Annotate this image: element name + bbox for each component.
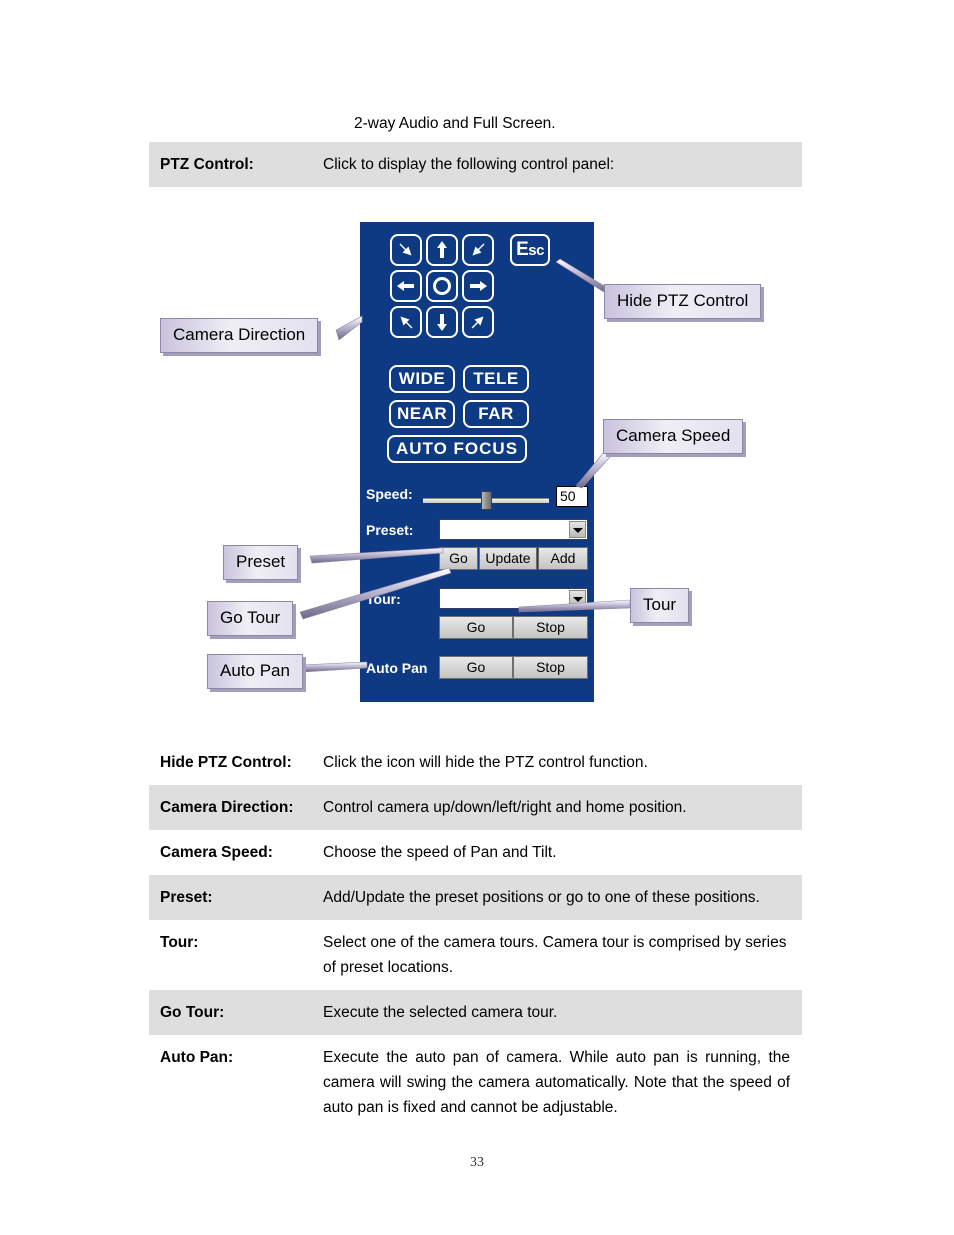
callout-go-tour: Go Tour bbox=[207, 601, 294, 636]
page-number: 33 bbox=[470, 1155, 484, 1170]
tour-label: Tour: bbox=[366, 591, 401, 607]
preset-label: Preset: bbox=[366, 522, 414, 538]
definition-description: Choose the speed of Pan and Tilt. bbox=[323, 830, 802, 875]
preset-add-button[interactable]: Add bbox=[538, 547, 588, 570]
up-arrow-icon[interactable] bbox=[426, 234, 458, 266]
definition-term: Preset: bbox=[149, 875, 323, 920]
right-arrow-icon[interactable] bbox=[462, 270, 494, 302]
definition-description: Execute the selected camera tour. bbox=[323, 990, 802, 1035]
near-button[interactable]: NEAR bbox=[389, 400, 455, 428]
definition-term: Auto Pan: bbox=[149, 1035, 323, 1130]
zoom-button-row: WIDE TELE bbox=[389, 365, 529, 393]
callout-camera-direction: Camera Direction bbox=[160, 318, 319, 353]
speed-slider[interactable] bbox=[423, 491, 549, 510]
definition-term: Tour: bbox=[149, 920, 323, 990]
auto-pan-go-button[interactable]: Go bbox=[439, 656, 513, 679]
ptz-control-table: PTZ Control: Click to display the follow… bbox=[149, 142, 802, 187]
definition-term: Go Tour: bbox=[149, 990, 323, 1035]
home-circle-icon[interactable] bbox=[426, 270, 458, 302]
ptz-control-panel: Esc WIDE TELE NEAR FAR AUTO FOCUS Speed:… bbox=[360, 222, 594, 702]
slider-thumb[interactable] bbox=[481, 491, 492, 510]
desc-ptz-control: Click to display the following control p… bbox=[323, 142, 802, 187]
chevron-down-icon[interactable] bbox=[569, 521, 586, 538]
table-row: PTZ Control: Click to display the follow… bbox=[149, 142, 802, 187]
callout-auto-pan: Auto Pan bbox=[207, 654, 303, 689]
definition-description: Click the icon will hide the PTZ control… bbox=[323, 740, 802, 785]
callout-preset: Preset bbox=[223, 545, 299, 580]
table-row: Hide PTZ Control: Click the icon will hid… bbox=[149, 740, 802, 785]
tele-button[interactable]: TELE bbox=[463, 365, 529, 393]
callout-camera-speed: Camera Speed bbox=[603, 419, 744, 454]
table-row: Camera Speed: Choose the speed of Pan and… bbox=[149, 830, 802, 875]
esc-button[interactable]: Esc bbox=[510, 234, 550, 266]
speed-label: Speed: bbox=[366, 486, 413, 502]
up-right-arrow-icon[interactable] bbox=[462, 234, 494, 266]
down-right-arrow-icon[interactable] bbox=[462, 306, 494, 338]
tour-stop-button[interactable]: Stop bbox=[513, 616, 588, 639]
preset-select[interactable] bbox=[439, 519, 588, 540]
preset-update-button[interactable]: Update bbox=[479, 547, 537, 570]
down-left-arrow-icon[interactable] bbox=[390, 306, 422, 338]
term-ptz-control: PTZ Control: bbox=[149, 142, 323, 187]
definition-description: Control camera up/down/left/right and ho… bbox=[323, 785, 802, 830]
definition-description: Execute the auto pan of camera. While au… bbox=[323, 1035, 802, 1130]
intro-text: 2-way Audio and Full Screen. bbox=[354, 115, 556, 132]
definition-term: Camera Direction: bbox=[149, 785, 323, 830]
definition-description: Select one of the camera tours. Camera t… bbox=[323, 920, 802, 990]
definition-description: Add/Update the preset positions or go to… bbox=[323, 875, 802, 920]
preset-go-button[interactable]: Go bbox=[439, 547, 478, 570]
callout-hide-ptz-control: Hide PTZ Control bbox=[604, 284, 762, 319]
dpad-row-top bbox=[390, 234, 496, 266]
auto-focus-button[interactable]: AUTO FOCUS bbox=[387, 435, 527, 463]
auto-focus-row: AUTO FOCUS bbox=[387, 435, 527, 463]
definition-term: Hide PTZ Control: bbox=[149, 740, 323, 785]
chevron-down-icon[interactable] bbox=[569, 590, 586, 607]
table-row: Tour: Select one of the camera tours. Cam… bbox=[149, 920, 802, 990]
wide-button[interactable]: WIDE bbox=[389, 365, 455, 393]
dpad-row-middle bbox=[390, 270, 496, 302]
tour-select[interactable] bbox=[439, 588, 588, 609]
table-row: Preset: Add/Update the preset positions o… bbox=[149, 875, 802, 920]
table-row: Auto Pan: Execute the auto pan of camera.… bbox=[149, 1035, 802, 1130]
auto-pan-stop-button[interactable]: Stop bbox=[513, 656, 588, 679]
focus-button-row: NEAR FAR bbox=[389, 400, 529, 428]
definition-term: Camera Speed: bbox=[149, 830, 323, 875]
up-left-arrow-icon[interactable] bbox=[390, 234, 422, 266]
speed-value-input[interactable]: 50 bbox=[556, 486, 588, 507]
auto-pan-label: Auto Pan bbox=[366, 660, 428, 676]
down-arrow-icon[interactable] bbox=[426, 306, 458, 338]
far-button[interactable]: FAR bbox=[463, 400, 529, 428]
esc-lower: sc bbox=[528, 242, 544, 259]
callout-tour: Tour bbox=[630, 588, 690, 623]
left-arrow-icon[interactable] bbox=[390, 270, 422, 302]
table-row: Camera Direction: Control camera up/down/… bbox=[149, 785, 802, 830]
ptz-definitions-table: Hide PTZ Control: Click the icon will hid… bbox=[149, 740, 802, 1130]
table-row: Go Tour: Execute the selected camera tour… bbox=[149, 990, 802, 1035]
esc-upper: E bbox=[516, 239, 529, 260]
dpad-row-bottom bbox=[390, 306, 496, 338]
tour-go-button[interactable]: Go bbox=[439, 616, 513, 639]
camera-direction-pad bbox=[390, 234, 496, 342]
